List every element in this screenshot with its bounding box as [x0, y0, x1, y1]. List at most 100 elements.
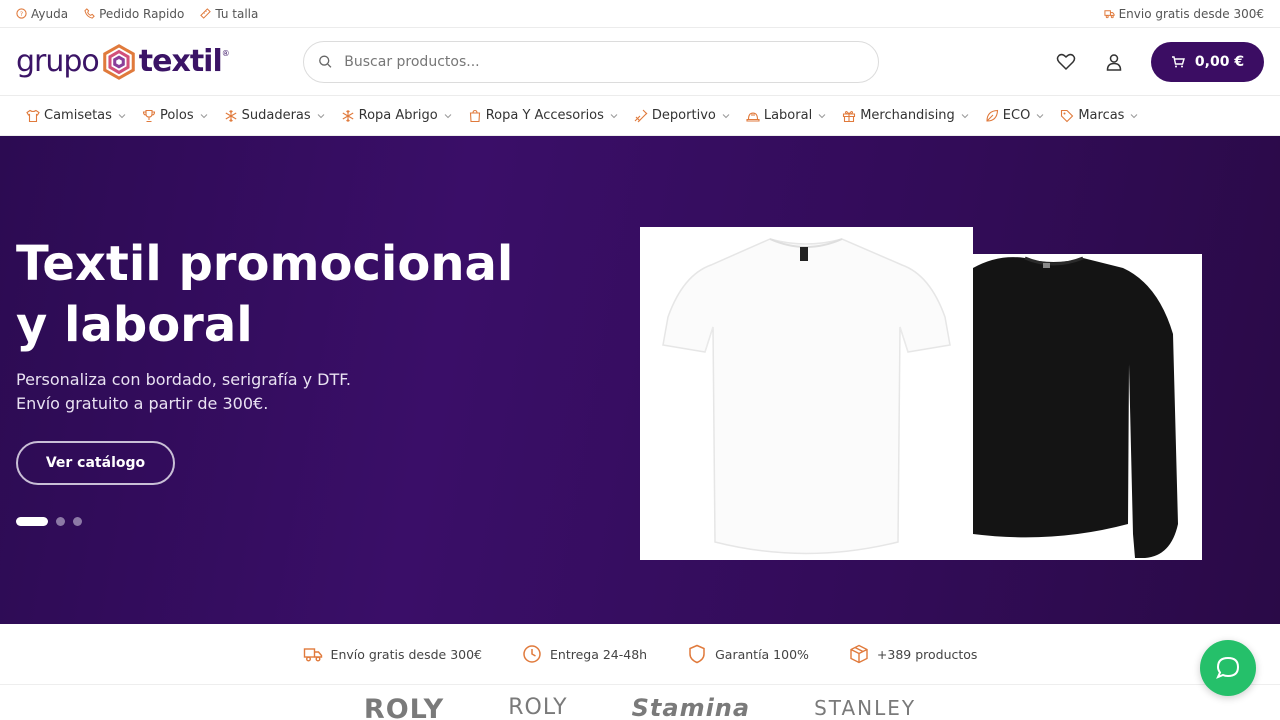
tshirt-icon — [26, 109, 40, 122]
account-button[interactable] — [1103, 51, 1125, 73]
feature-products: +389 productos — [849, 644, 978, 664]
search-icon — [319, 55, 332, 68]
heart-icon — [1056, 53, 1076, 70]
chevron-down-icon — [444, 113, 452, 118]
nav-item-camisetas[interactable]: Camisetas — [26, 108, 126, 123]
brand-logo[interactable]: ROLY — [364, 694, 444, 720]
help-label: Ayuda — [31, 6, 69, 21]
size-link[interactable]: Tu talla — [200, 7, 258, 21]
carousel-dots — [16, 517, 82, 526]
brand-logo[interactable]: Stamina — [632, 694, 750, 720]
brand-logo[interactable]: STANLEY — [814, 696, 916, 720]
product-image-white-tshirt[interactable] — [640, 227, 973, 560]
nav-label: Ropa Y Accesorios — [485, 108, 604, 123]
white-tshirt-image — [662, 238, 951, 555]
feature-delivery: Entrega 24-48h — [522, 644, 647, 664]
hero-title-line2: y laboral — [16, 297, 253, 353]
top-bar-links: ? Ayuda Pedido Rapido Tu talla — [16, 7, 258, 21]
brand-logos: ROLY ROLY Stamina STANLEY — [0, 686, 1280, 720]
ruler-icon — [200, 8, 212, 19]
bag-icon — [469, 109, 480, 122]
cart-icon — [1171, 55, 1185, 67]
sport-icon — [634, 109, 648, 122]
nav-label: Sudaderas — [241, 108, 311, 123]
carousel-dot-2[interactable] — [56, 517, 65, 526]
nav-item-merchandising[interactable]: Merchandising — [842, 108, 969, 123]
chat-button[interactable] — [1200, 640, 1256, 696]
nav-label: Marcas — [1078, 108, 1125, 123]
nav-label: ECO — [1002, 108, 1031, 123]
user-icon — [1106, 53, 1122, 71]
nav-item-polos[interactable]: Polos — [142, 108, 208, 123]
chat-bubble-icon — [1216, 656, 1240, 679]
chevron-down-icon — [818, 113, 826, 118]
chevron-down-icon — [317, 113, 325, 118]
hero-subtitle: Personaliza con bordado, serigrafía y DT… — [16, 368, 516, 416]
nav-item-laboral[interactable]: Laboral — [746, 108, 826, 123]
cart-total: 0,00 € — [1194, 53, 1245, 70]
header-actions: 0,00 € — [1055, 41, 1264, 82]
hero-title: Textil promocional y laboral — [16, 234, 576, 356]
logo[interactable]: grupo textil ® — [16, 43, 303, 81]
carousel-dot-1[interactable] — [16, 517, 48, 526]
hero-banner: Textil promocional y laboral Personaliza… — [0, 136, 1280, 624]
nav-item-ropa-abrigo[interactable]: Ropa Abrigo — [341, 108, 452, 123]
nav-label: Polos — [159, 108, 194, 123]
svg-text:?: ? — [20, 10, 23, 18]
chevron-down-icon — [200, 113, 207, 118]
clock-icon — [523, 645, 541, 663]
logo-text-textil: textil — [138, 44, 223, 79]
feature-shipping: Envío gratis desde 300€ — [303, 644, 482, 664]
hero-subtitle-line1: Personaliza con bordado, serigrafía y DT… — [16, 370, 351, 389]
leaf-icon — [986, 109, 998, 122]
logo-registered: ® — [221, 48, 230, 58]
shield-icon — [689, 644, 705, 664]
search-input[interactable] — [344, 53, 864, 70]
chevron-down-icon — [722, 113, 730, 118]
quick-order-label: Pedido Rapido — [99, 6, 185, 21]
feature-label: Garantía 100% — [715, 646, 809, 662]
hero-title-line1: Textil promocional — [16, 236, 514, 292]
logo-mark-icon — [103, 43, 135, 80]
size-label: Tu talla — [215, 6, 259, 21]
truck-icon — [303, 648, 322, 662]
wishlist-button[interactable] — [1055, 51, 1077, 73]
gift-icon — [843, 110, 856, 122]
logo-text-grupo: grupo — [16, 44, 100, 79]
box-icon — [850, 644, 868, 664]
nav-item-ropa-accesorios[interactable]: Ropa Y Accesorios — [468, 108, 618, 123]
phone-icon — [84, 8, 95, 19]
nav-item-marcas[interactable]: Marcas — [1060, 108, 1138, 123]
product-image-black-sweatshirt[interactable] — [973, 254, 1202, 560]
quick-order-link[interactable]: Pedido Rapido — [84, 7, 184, 21]
hero-subtitle-line2: Envío gratuito a partir de 300€. — [16, 394, 269, 413]
features-bar: Envío gratis desde 300€ Entrega 24-48h G… — [0, 624, 1280, 685]
chevron-down-icon — [1131, 113, 1138, 118]
nav-item-deportivo[interactable]: Deportivo — [634, 108, 730, 123]
feature-guarantee: Garantía 100% — [687, 644, 809, 664]
cart-button[interactable]: 0,00 € — [1151, 41, 1264, 82]
catalog-button[interactable]: Ver catálogo — [16, 441, 175, 485]
top-bar: ? Ayuda Pedido Rapido Tu talla Envio gra… — [0, 0, 1280, 28]
nav-label: Laboral — [763, 108, 813, 123]
nav-label: Camisetas — [44, 108, 112, 123]
feature-label: +389 productos — [876, 646, 978, 662]
feature-label: Entrega 24-48h — [550, 646, 648, 662]
truck-icon — [1104, 10, 1115, 19]
snowflake-icon — [342, 109, 354, 122]
helmet-icon — [746, 111, 760, 122]
black-sweatshirt-image — [973, 256, 1178, 558]
search-bar[interactable] — [303, 40, 879, 83]
snowflake-icon — [225, 109, 237, 122]
brand-logo[interactable]: ROLY — [508, 695, 567, 720]
shipping-notice: Envio gratis desde 300€ — [1104, 7, 1264, 21]
carousel-dot-3[interactable] — [73, 517, 82, 526]
nav-item-sudaderas[interactable]: Sudaderas — [224, 108, 325, 123]
chevron-down-icon — [961, 113, 969, 118]
nav-item-eco[interactable]: ECO — [985, 108, 1045, 123]
header: grupo textil ® 0,00 € — [0, 28, 1280, 96]
category-nav: Camisetas Polos Sudaderas Ropa Abrigo Ro… — [0, 96, 1280, 136]
help-link[interactable]: ? Ayuda — [16, 7, 68, 21]
help-icon: ? — [16, 8, 27, 19]
nav-label: Ropa Abrigo — [358, 108, 438, 123]
